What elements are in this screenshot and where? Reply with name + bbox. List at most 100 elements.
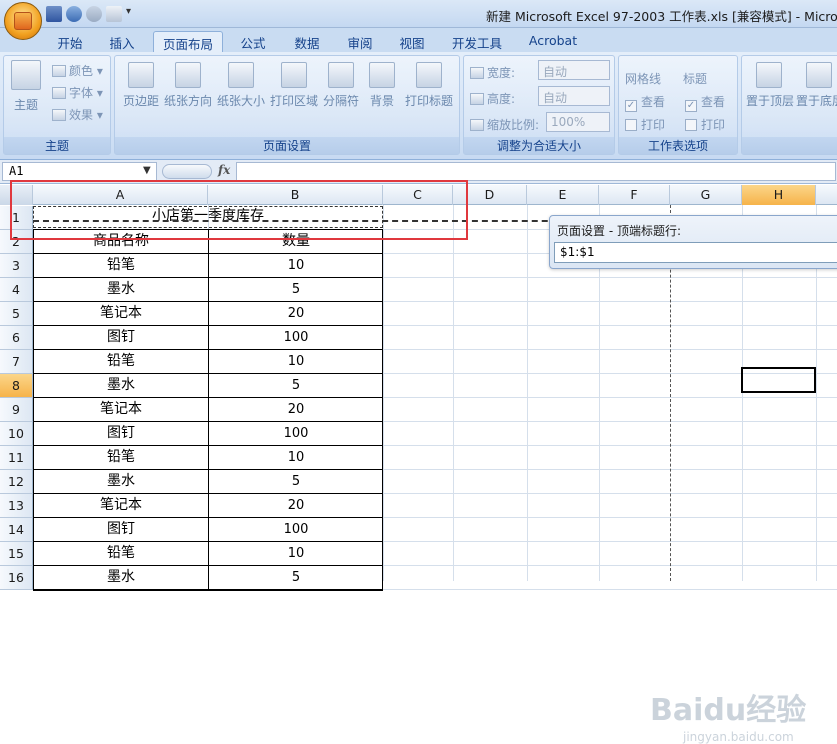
row-header-12[interactable]: 12 <box>0 470 33 494</box>
undo-icon[interactable] <box>66 6 82 22</box>
cell-item-qty[interactable]: 20 <box>209 494 383 517</box>
breaks-button[interactable]: 分隔符 <box>322 62 360 109</box>
row-header-9[interactable]: 9 <box>0 398 33 422</box>
theme-colors-button[interactable]: 颜色 ▾ <box>52 62 103 79</box>
print-titles-icon <box>416 62 442 88</box>
cell-item-qty[interactable]: 100 <box>209 326 383 349</box>
column-header-g[interactable]: G <box>670 185 742 205</box>
send-to-back-button[interactable]: 置于底层 <box>796 62 837 109</box>
row-header-4[interactable]: 4 <box>0 278 33 302</box>
cell-item-name[interactable]: 墨水 <box>34 470 208 493</box>
scale-spinner[interactable]: 100% <box>546 112 610 132</box>
row-header-11[interactable]: 11 <box>0 446 33 470</box>
tab-view[interactable]: 视图 <box>388 31 436 52</box>
cell-item-name[interactable]: 铅笔 <box>34 350 208 373</box>
name-box[interactable]: A1 <box>2 162 157 181</box>
row-header-14[interactable]: 14 <box>0 518 33 542</box>
print-titles-rows-input[interactable]: $1:$1 <box>554 242 837 263</box>
office-button[interactable] <box>4 2 42 40</box>
gridlines-print-checkbox[interactable]: 打印 <box>625 116 665 133</box>
cell-item-qty[interactable]: 5 <box>209 278 383 301</box>
print-preview-icon[interactable] <box>106 6 122 22</box>
bring-to-front-button[interactable]: 置于顶层 <box>746 62 794 109</box>
formula-input[interactable] <box>236 162 836 181</box>
tab-data[interactable]: 数据 <box>282 31 332 52</box>
tab-insert[interactable]: 插入 <box>98 31 146 52</box>
cell-item-qty[interactable]: 5 <box>209 374 383 397</box>
table-row-line <box>33 349 383 350</box>
cell-item-name[interactable]: 铅笔 <box>34 446 208 469</box>
table-row-line <box>33 589 383 590</box>
tab-review[interactable]: 审阅 <box>336 31 384 52</box>
row-header-6[interactable]: 6 <box>0 326 33 350</box>
theme-effects-button[interactable]: 效果 ▾ <box>52 106 103 123</box>
cell-item-name[interactable]: 图钉 <box>34 422 208 445</box>
name-box-dropdown-icon[interactable]: ▼ <box>143 165 151 176</box>
cell-item-qty[interactable]: 10 <box>209 254 383 277</box>
table-row-line <box>33 397 383 398</box>
sheet-options-group-label: 工作表选项 <box>619 137 737 154</box>
height-dropdown[interactable]: 自动 <box>538 86 610 106</box>
page-setup-collapsed-dialog[interactable]: 页面设置 - 顶端标题行: $1:$1 <box>549 215 837 269</box>
cell-item-qty[interactable]: 100 <box>209 422 383 445</box>
cell-item-qty[interactable]: 20 <box>209 398 383 421</box>
formula-expander[interactable] <box>162 164 212 179</box>
tab-developer[interactable]: 开发工具 <box>441 31 513 52</box>
cell-item-qty[interactable]: 20 <box>209 302 383 325</box>
cell-item-name[interactable]: 铅笔 <box>34 254 208 277</box>
headings-print-checkbox[interactable]: 打印 <box>685 116 725 133</box>
tab-formulas[interactable]: 公式 <box>228 31 278 52</box>
cell-item-name[interactable]: 图钉 <box>34 326 208 349</box>
worksheet-grid[interactable]: A B C D E F G H 1 2 3 4 5 6 7 8 9 10 11 12 13 14 15 16 … <box>0 180 837 744</box>
cell-item-qty[interactable]: 5 <box>209 566 383 589</box>
cell-item-name[interactable]: 墨水 <box>34 566 208 589</box>
cell-item-name[interactable]: 笔记本 <box>34 494 208 517</box>
redo-icon[interactable] <box>86 6 102 22</box>
column-header-f[interactable]: F <box>599 185 670 205</box>
cell-item-qty[interactable]: 10 <box>209 542 383 565</box>
scale-icon <box>470 119 484 131</box>
check-icon: ✓ <box>685 100 697 112</box>
row-header-15[interactable]: 15 <box>0 542 33 566</box>
themes-button[interactable]: 主题 <box>8 60 44 113</box>
customize-toolbar-icon[interactable]: ▾ <box>126 6 136 22</box>
tab-page-layout[interactable]: 页面布局 <box>153 31 223 52</box>
cell-item-name[interactable]: 图钉 <box>34 518 208 541</box>
print-area-button[interactable]: 打印区域 <box>269 62 319 109</box>
column-gridline <box>453 205 454 581</box>
row-header-8[interactable]: 8 <box>0 374 33 398</box>
cell-item-name[interactable]: 笔记本 <box>34 398 208 421</box>
row-header-10[interactable]: 10 <box>0 422 33 446</box>
headings-view-checkbox[interactable]: ✓ 查看 <box>685 93 725 112</box>
margins-button[interactable]: 页边距 <box>119 62 163 109</box>
cell-item-name[interactable]: 墨水 <box>34 278 208 301</box>
cell-item-name[interactable]: 墨水 <box>34 374 208 397</box>
row-header-3[interactable]: 3 <box>0 254 33 278</box>
column-header-h[interactable]: H <box>742 185 816 205</box>
row-header-7[interactable]: 7 <box>0 350 33 374</box>
orientation-button[interactable]: 纸张方向 <box>163 62 213 109</box>
cell-item-qty[interactable]: 100 <box>209 518 383 541</box>
cell-item-name[interactable]: 笔记本 <box>34 302 208 325</box>
table-row-line <box>33 469 383 470</box>
width-dropdown[interactable]: 自动 <box>538 60 610 80</box>
cell-item-name[interactable]: 铅笔 <box>34 542 208 565</box>
ribbon-tabs: 开始 插入 页面布局 公式 数据 审阅 视图 开发工具 Acrobat <box>0 28 837 52</box>
tab-acrobat[interactable]: Acrobat <box>520 31 586 52</box>
size-button[interactable]: 纸张大小 <box>216 62 266 109</box>
cell-item-qty[interactable]: 5 <box>209 470 383 493</box>
background-button[interactable]: 背景 <box>367 62 397 109</box>
print-titles-button[interactable]: 打印标题 <box>404 62 454 109</box>
row-header-13[interactable]: 13 <box>0 494 33 518</box>
save-icon[interactable] <box>46 6 62 22</box>
gridlines-view-checkbox[interactable]: ✓ 查看 <box>625 93 665 112</box>
cell-item-qty[interactable]: 10 <box>209 350 383 373</box>
column-header-e[interactable]: E <box>527 185 599 205</box>
tab-home[interactable]: 开始 <box>46 31 94 52</box>
row-header-5[interactable]: 5 <box>0 302 33 326</box>
fonts-icon <box>52 87 66 99</box>
cell-item-qty[interactable]: 10 <box>209 446 383 469</box>
insert-function-icon[interactable]: fx <box>218 163 230 177</box>
row-header-16[interactable]: 16 <box>0 566 33 590</box>
theme-fonts-button[interactable]: 字体 ▾ <box>52 84 103 101</box>
